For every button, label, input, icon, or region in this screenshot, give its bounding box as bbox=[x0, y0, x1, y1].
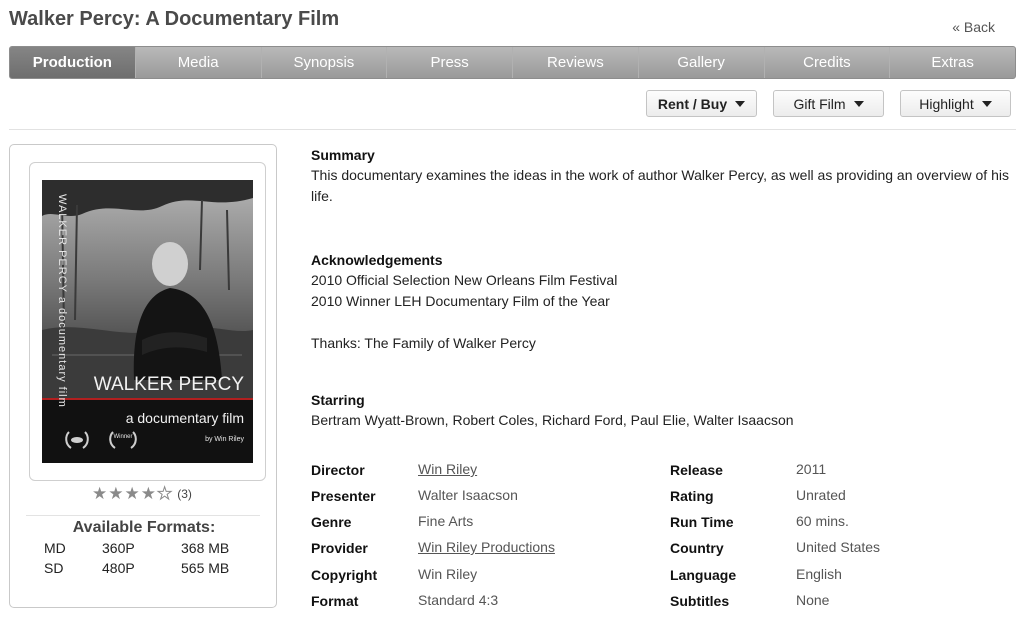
highlight-button[interactable]: Highlight bbox=[900, 90, 1011, 117]
formats-title: Available Formats: bbox=[72, 519, 216, 536]
caret-down-icon bbox=[853, 100, 864, 107]
tab-press[interactable]: Press bbox=[387, 47, 513, 78]
back-link[interactable]: « Back bbox=[952, 19, 995, 35]
tab-media[interactable]: Media bbox=[136, 47, 262, 78]
format-quality: MD bbox=[44, 540, 66, 556]
poster-side-text: WALKER PERCY a documentary film bbox=[56, 194, 68, 408]
caret-down-icon bbox=[981, 100, 992, 107]
rent-buy-button[interactable]: Rent / Buy bbox=[646, 90, 757, 117]
run-time-label: Run Time bbox=[670, 514, 734, 530]
rating-label: Rating bbox=[670, 488, 714, 504]
tab-credits[interactable]: Credits bbox=[765, 47, 891, 78]
director-label: Director bbox=[311, 462, 365, 478]
poster-title: WALKER PERCY bbox=[94, 374, 245, 395]
country-value: United States bbox=[796, 539, 881, 555]
star-filled-icon: ★ bbox=[92, 484, 108, 503]
star-filled-icon: ★ bbox=[124, 484, 140, 503]
star-filled-icon: ★ bbox=[108, 484, 124, 503]
summary-heading: Summary bbox=[311, 147, 375, 163]
tab-bar: Production Media Synopsis Press Reviews … bbox=[9, 46, 1016, 79]
tab-synopsis[interactable]: Synopsis bbox=[262, 47, 388, 78]
format-value: Standard 4:3 bbox=[418, 592, 499, 608]
tab-production[interactable]: Production bbox=[10, 47, 136, 78]
genre-value: Fine Arts bbox=[418, 513, 474, 529]
rent-buy-label: Rent / Buy bbox=[657, 95, 728, 112]
summary-text: This documentary examines the ideas in t… bbox=[311, 167, 1009, 204]
starring-text: Bertram Wyatt-Brown, Robert Coles, Richa… bbox=[311, 412, 794, 428]
caret-down-icon bbox=[735, 100, 746, 107]
thanks-line: Thanks: The Family of Walker Percy bbox=[311, 335, 536, 351]
subtitles-value: None bbox=[796, 592, 830, 608]
rating-value: Unrated bbox=[796, 487, 846, 503]
acknowledgements-heading: Acknowledgements bbox=[311, 252, 443, 268]
provider-link[interactable]: Win Riley Productions bbox=[418, 539, 555, 555]
tab-gallery[interactable]: Gallery bbox=[639, 47, 765, 78]
highlight-label: Highlight bbox=[919, 95, 974, 112]
formats-divider bbox=[26, 515, 260, 516]
format-row: SD 480P 565 MB bbox=[10, 560, 278, 580]
copyright-value: Win Riley bbox=[418, 566, 478, 582]
release-label: Release bbox=[670, 462, 723, 478]
starring-heading: Starring bbox=[311, 392, 365, 408]
page-title: Walker Percy: A Documentary Film bbox=[9, 8, 340, 30]
language-label: Language bbox=[670, 567, 737, 583]
film-info-panel: WALKER PERCY a documentary film WALKER P… bbox=[9, 144, 277, 608]
release-value: 2011 bbox=[796, 461, 827, 477]
star-empty-icon: ★ bbox=[156, 484, 173, 503]
header-divider bbox=[9, 129, 1016, 130]
format-resolution: 480P bbox=[102, 560, 135, 576]
gift-film-button[interactable]: Gift Film bbox=[773, 90, 884, 117]
tab-reviews[interactable]: Reviews bbox=[513, 47, 639, 78]
gift-film-label: Gift Film bbox=[793, 95, 846, 112]
poster-credit: by Win Riley bbox=[205, 436, 244, 443]
laurel-text: Winner bbox=[113, 434, 132, 440]
genre-label: Genre bbox=[311, 514, 352, 530]
presenter-value: Walter Isaacson bbox=[418, 487, 518, 503]
tab-extras[interactable]: Extras bbox=[890, 47, 1015, 78]
format-size: 565 MB bbox=[181, 560, 230, 576]
poster-subtitle: a documentary film bbox=[126, 410, 244, 426]
acknowledgement-line: 2010 Winner LEH Documentary Film of the … bbox=[311, 293, 610, 309]
director-link[interactable]: Win Riley bbox=[418, 461, 477, 477]
acknowledgement-line: 2010 Official Selection New Orleans Film… bbox=[311, 272, 618, 288]
format-label: Format bbox=[311, 593, 359, 609]
format-quality: SD bbox=[44, 560, 64, 576]
star-filled-icon: ★ bbox=[140, 484, 156, 503]
provider-label: Provider bbox=[311, 540, 368, 556]
rating-count: (3) bbox=[177, 486, 192, 501]
format-resolution: 360P bbox=[102, 540, 135, 556]
subtitles-label: Subtitles bbox=[670, 593, 730, 609]
run-time-value: 60 mins. bbox=[796, 513, 849, 529]
star-rating[interactable]: ★ ★ ★ ★ ★ (3) bbox=[92, 484, 192, 503]
country-label: Country bbox=[670, 540, 724, 556]
copyright-label: Copyright bbox=[311, 567, 378, 583]
format-size: 368 MB bbox=[181, 540, 230, 556]
language-value: English bbox=[796, 566, 842, 582]
poster-frame: WALKER PERCY a documentary film WALKER P… bbox=[29, 162, 266, 481]
format-row: MD 360P 368 MB bbox=[10, 540, 278, 560]
poster-image[interactable]: WALKER PERCY a documentary film WALKER P… bbox=[42, 180, 253, 463]
presenter-label: Presenter bbox=[311, 488, 376, 504]
